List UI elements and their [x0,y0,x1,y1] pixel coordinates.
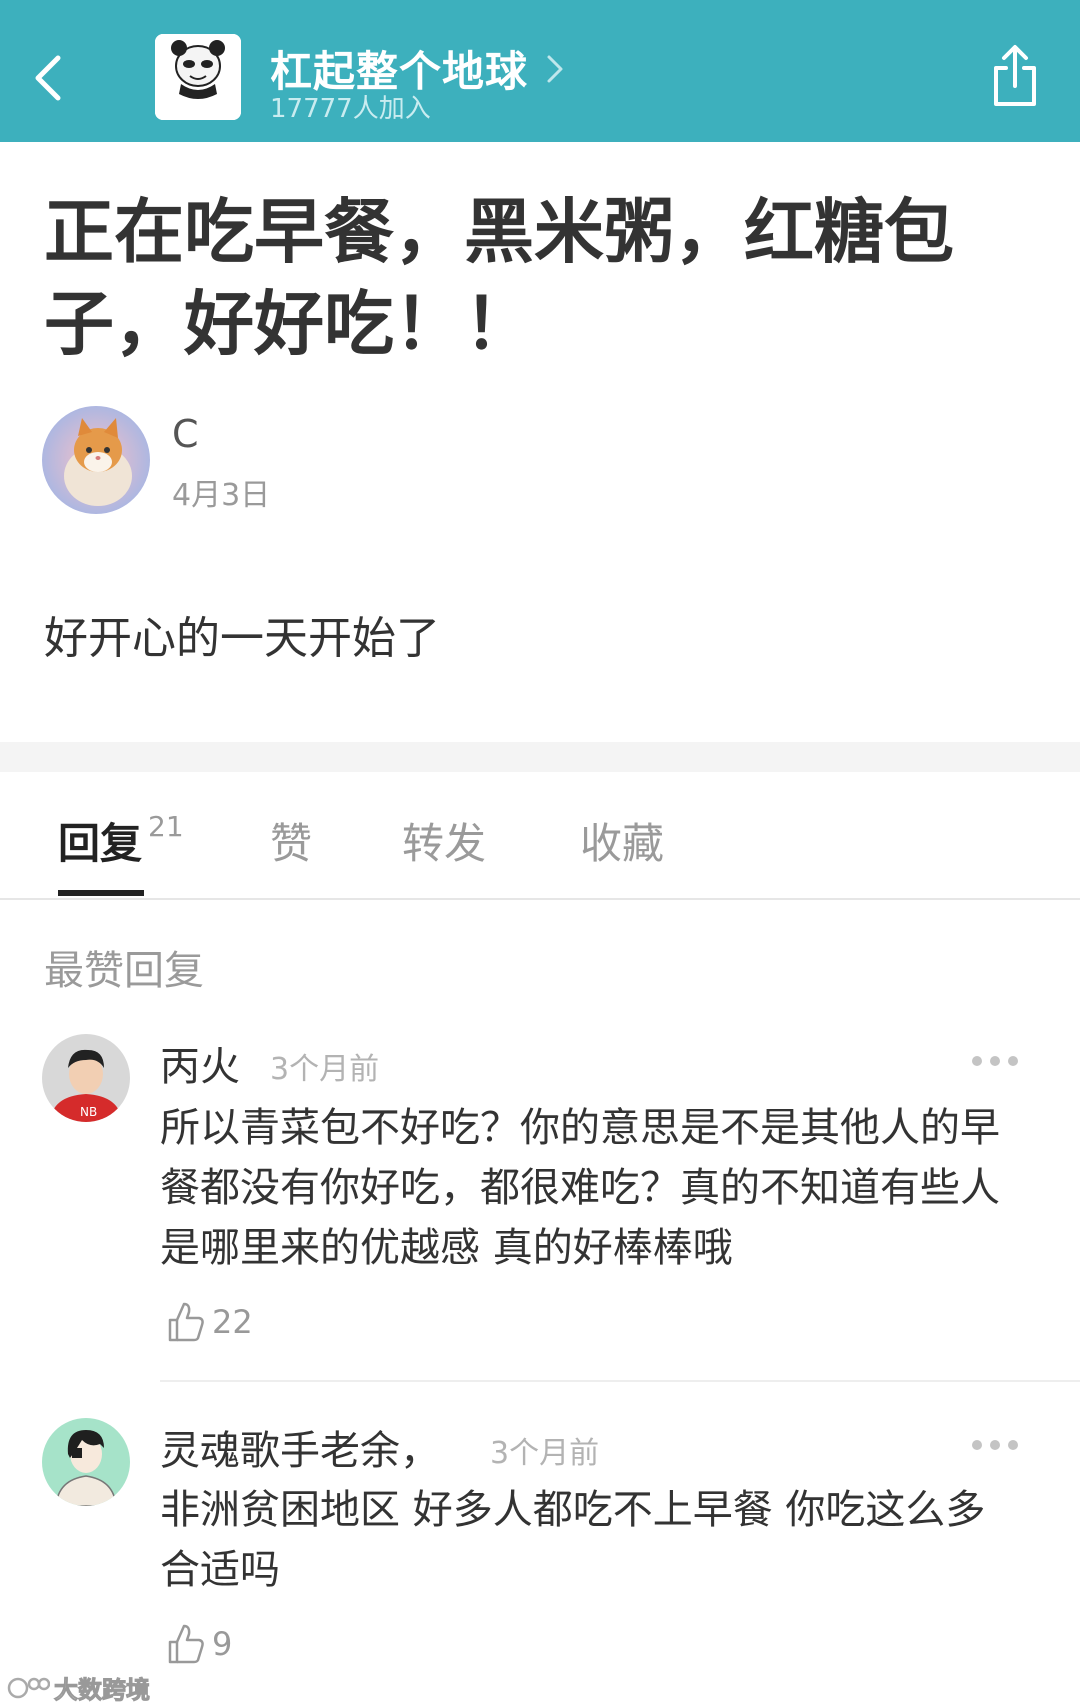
back-icon[interactable] [28,50,68,106]
tab-bar: 回复 21 赞 转发 收藏 [0,772,1080,900]
tab-favorites-label: 收藏 [580,819,665,868]
post-title: 正在吃早餐，黑米粥，红糖包子，好好吃！！ [44,191,954,365]
comment-like-button[interactable]: 9 [166,1622,232,1666]
like-count: 9 [212,1625,233,1663]
tab-replies[interactable]: 回复 21 [58,810,184,871]
comment-divider [160,1380,1080,1382]
thumbs-up-icon [168,1302,204,1342]
comment-author[interactable]: 灵魂歌手老余， [160,1418,440,1476]
thumbs-up-icon [168,1624,204,1664]
watermark: 大数跨境 [6,1670,151,1705]
comment-text: 所以青菜包不好吃？你的意思是不是其他人的早餐都没有你好吃，都很难吃？真的不知道有… [160,1105,1000,1271]
post-detail-screen: 杠起整个地球 17777人加入 正在吃早餐，黑米粥，红糖包子，好好吃！！ C 4… [0,0,1080,1706]
post-date: 4月3日 [172,478,271,513]
comment-text: 非洲贫困地区 好多人都吃不上早餐 你吃这么多合适吗 [160,1487,986,1593]
top-replies-heading: 最赞回复 [44,948,204,994]
share-icon[interactable] [990,44,1040,108]
post-body: 好开心的一天开始了 [44,613,440,664]
cat-avatar-icon [42,406,150,514]
comment-like-button[interactable]: 22 [166,1300,253,1344]
comment-time: 3个月前 [490,1436,600,1471]
svg-text:NB: NB [80,1105,97,1119]
more-options-icon[interactable] [970,1438,1020,1452]
person-avatar-icon: NB [42,1034,130,1122]
illustrated-avatar-icon [42,1418,130,1506]
more-options-icon[interactable] [970,1054,1020,1068]
watermark-logo-icon [7,1677,50,1698]
tab-reposts-label: 转发 [402,819,487,868]
like-count: 22 [212,1303,253,1341]
comment-time: 3个月前 [270,1052,380,1087]
tab-replies-count: 21 [148,810,184,843]
section-divider [0,742,1080,772]
tab-favorites[interactable]: 收藏 [580,810,664,871]
tab-replies-label: 回复 [58,819,143,868]
commenter-avatar[interactable]: NB [42,1034,130,1122]
active-tab-indicator [58,890,144,896]
author-name[interactable]: C [172,412,199,456]
chevron-right-icon [547,55,563,82]
watermark-text: 大数跨境 [54,1676,151,1705]
tab-likes[interactable]: 赞 [270,810,312,871]
member-count: 17777人加入 [270,94,431,124]
tab-reposts[interactable]: 转发 [402,810,486,871]
author-avatar[interactable] [42,406,150,514]
commenter-avatar[interactable] [42,1418,130,1506]
header-bar: 杠起整个地球 17777人加入 [0,0,1080,142]
tab-likes-label: 赞 [270,819,313,868]
comment-author[interactable]: 丙火 [160,1034,240,1092]
panda-meme-icon [155,34,241,120]
group-avatar[interactable] [155,34,241,120]
